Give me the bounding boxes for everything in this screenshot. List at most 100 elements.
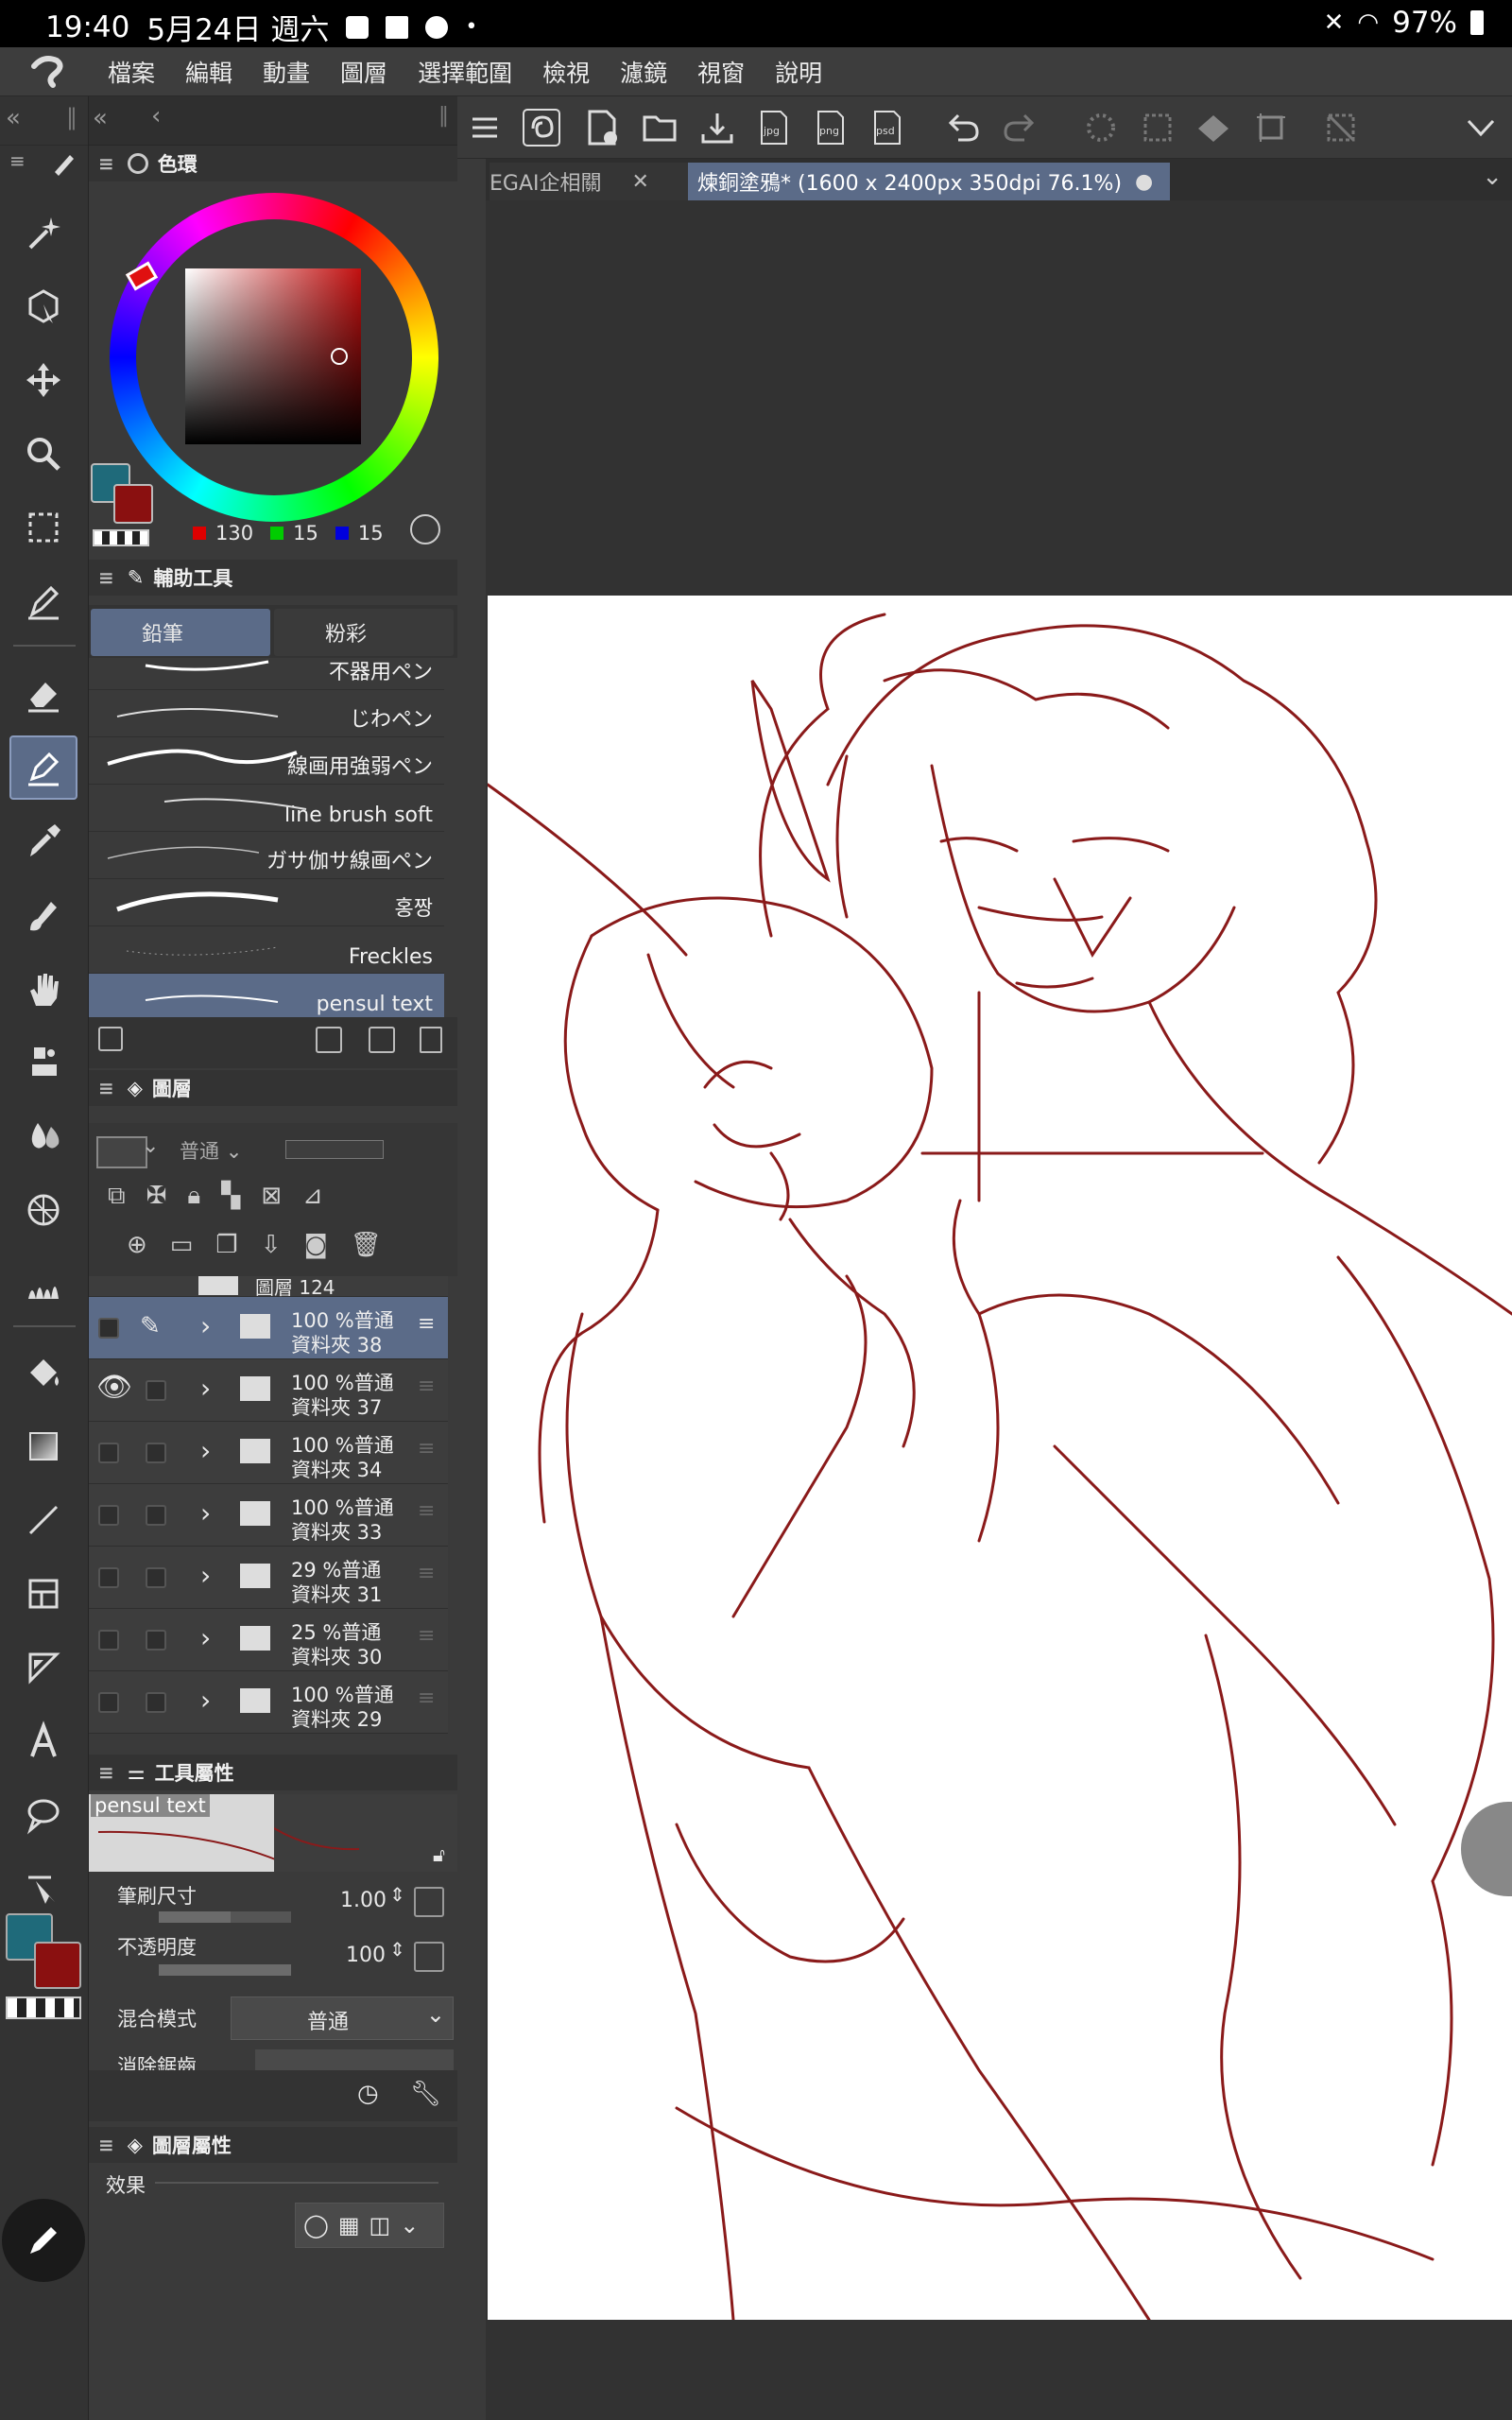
- menu-file[interactable]: 檔案: [108, 55, 155, 89]
- tool-zoom[interactable]: [9, 422, 77, 486]
- open-file-button[interactable]: [639, 106, 682, 149]
- effect-buttons[interactable]: ◯ ▦ ◫ ⌄: [295, 2203, 444, 2248]
- duplicate-icon[interactable]: [369, 1027, 395, 1053]
- panel-grip-icon[interactable]: ‖: [66, 104, 77, 130]
- redo-button[interactable]: [998, 106, 1041, 149]
- menu-window[interactable]: 視窗: [697, 55, 745, 89]
- pressure-icon[interactable]: [414, 1942, 444, 1972]
- chevron-down-icon[interactable]: ⌄: [142, 1134, 159, 1158]
- tool-ruler[interactable]: [9, 1635, 77, 1700]
- layer-menu-icon[interactable]: ≡: [418, 1499, 435, 1523]
- layer-menu-icon[interactable]: ≡: [418, 1686, 435, 1710]
- layer-check[interactable]: [146, 1692, 166, 1713]
- close-icon[interactable]: ✕: [632, 170, 649, 194]
- transform-button[interactable]: [1249, 106, 1293, 149]
- visibility-toggle[interactable]: [98, 1505, 119, 1526]
- layer-row[interactable]: › 100 %普通 資料夾 29 ≡: [89, 1671, 448, 1734]
- tool-move[interactable]: [9, 348, 77, 412]
- ruler-x-icon[interactable]: ⊿: [302, 1182, 323, 1211]
- tool-blend[interactable]: [9, 1104, 77, 1168]
- visibility-toggle[interactable]: [98, 1443, 119, 1463]
- menu-layer[interactable]: 圖層: [340, 55, 387, 89]
- drag-grip-icon[interactable]: ≡: [98, 152, 114, 175]
- clear-selection-button[interactable]: [1319, 106, 1363, 149]
- tool-frame-border[interactable]: [9, 1562, 77, 1626]
- merge-layer-icon[interactable]: ⇩: [261, 1231, 282, 1259]
- new-file-button[interactable]: [580, 106, 624, 149]
- prev-palette-icon[interactable]: ‹: [151, 102, 161, 130]
- tool-pencil[interactable]: [9, 735, 77, 800]
- app-logo-icon[interactable]: [26, 53, 70, 91]
- stepper-icon[interactable]: ⇕: [389, 1883, 405, 1906]
- menu-selection[interactable]: 選擇範圍: [418, 55, 512, 89]
- collapse-left-icon[interactable]: «: [6, 104, 21, 132]
- tool-figure[interactable]: [9, 1488, 77, 1552]
- brush-size-slider[interactable]: [159, 1911, 291, 1923]
- tool-eyedropper[interactable]: [9, 809, 77, 873]
- wheel-transparent[interactable]: [93, 529, 149, 546]
- tool-3d[interactable]: [9, 274, 77, 338]
- layer-row[interactable]: › 29 %普通 資料夾 31 ≡: [89, 1547, 448, 1609]
- expand-chevron-icon[interactable]: ›: [200, 1560, 211, 1591]
- opacity-slider-tool[interactable]: [159, 1964, 291, 1976]
- layer-check[interactable]: [146, 1567, 166, 1588]
- layer-row[interactable]: ✎ › 100 %普通 資料夾 38 ≡: [89, 1297, 448, 1359]
- tool-auto-select[interactable]: [9, 200, 77, 265]
- drag-grip-icon[interactable]: ≡: [98, 1761, 114, 1784]
- tool-fill[interactable]: [9, 1340, 77, 1405]
- tool-mesh[interactable]: [9, 1178, 77, 1242]
- loading-button[interactable]: [1079, 106, 1123, 149]
- opacity-slider[interactable]: [285, 1140, 384, 1159]
- expand-chevron-icon[interactable]: ›: [200, 1685, 211, 1716]
- wrench-icon[interactable]: 🔧︎: [410, 2080, 441, 2108]
- color-mode-toggle[interactable]: [410, 514, 440, 544]
- visibility-toggle[interactable]: [98, 1630, 119, 1651]
- new-folder-icon[interactable]: ▭: [170, 1231, 194, 1259]
- sv-picker-handle[interactable]: [331, 348, 348, 365]
- mask-x-icon[interactable]: ⊠: [261, 1182, 282, 1211]
- layer-row[interactable]: › 100 %普通 資料夾 34 ≡: [89, 1422, 448, 1484]
- palette-grip-icon[interactable]: ‖: [438, 104, 449, 128]
- tabs-chevron-icon[interactable]: ⌄: [1482, 163, 1503, 191]
- tool-vector-pen[interactable]: [9, 569, 77, 633]
- menu-animation[interactable]: 動畫: [263, 55, 310, 89]
- tool-selection[interactable]: [9, 495, 77, 560]
- tool-brush[interactable]: [9, 883, 77, 947]
- visibility-toggle[interactable]: [98, 1692, 119, 1713]
- save-button[interactable]: [696, 106, 739, 149]
- tool-text[interactable]: [9, 1709, 77, 1773]
- menu-edit[interactable]: 編輯: [185, 55, 232, 89]
- drag-grip-icon[interactable]: ≡: [98, 1077, 114, 1099]
- copy-layer-icon[interactable]: ❐: [215, 1231, 237, 1259]
- anti-alias-options[interactable]: [255, 2049, 454, 2070]
- expand-chevron-icon[interactable]: ›: [200, 1435, 211, 1466]
- toolbar-menu-icon[interactable]: ≡: [9, 149, 26, 172]
- new-raster-layer-icon[interactable]: ⊕: [127, 1231, 147, 1259]
- layer-check[interactable]: [146, 1505, 166, 1526]
- layer-menu-icon[interactable]: ≡: [418, 1624, 435, 1648]
- menu-help[interactable]: 說明: [775, 55, 822, 89]
- layer-row[interactable]: › 100 %普通 資料夾 33 ≡: [89, 1484, 448, 1547]
- transparent-color-swatch[interactable]: [6, 1996, 81, 2019]
- undo-button[interactable]: [941, 106, 985, 149]
- layer-check[interactable]: [146, 1630, 166, 1651]
- layer-row[interactable]: › 25 %普通 資料夾 30 ≡: [89, 1609, 448, 1671]
- lock-alpha-icon[interactable]: ▚: [221, 1182, 240, 1211]
- layer-menu-icon[interactable]: ≡: [418, 1562, 435, 1585]
- clip-icon[interactable]: ⧉: [108, 1182, 126, 1211]
- delete-layer-icon[interactable]: 🗑︎: [351, 1231, 382, 1259]
- menu-filter[interactable]: 濾鏡: [620, 55, 667, 89]
- expand-chevron-icon[interactable]: ›: [200, 1310, 211, 1341]
- blend-select[interactable]: 普通 ⌄: [231, 1996, 454, 2040]
- expand-chevron-icon[interactable]: ›: [200, 1622, 211, 1653]
- eye-icon[interactable]: 👁︎: [96, 1371, 132, 1404]
- command-bar-expand[interactable]: [1459, 106, 1503, 149]
- tool-gradient[interactable]: [9, 1414, 77, 1478]
- layer-menu-icon[interactable]: ≡: [418, 1312, 435, 1336]
- export-psd-button[interactable]: psd: [866, 106, 909, 149]
- sub-color-swatch[interactable]: [34, 1942, 81, 1989]
- unlock-icon[interactable]: 🔓︎: [433, 1843, 445, 1866]
- collapse-palette-icon[interactable]: «: [93, 104, 108, 132]
- visibility-toggle[interactable]: [98, 1567, 119, 1588]
- layer-menu-icon[interactable]: ≡: [418, 1374, 435, 1398]
